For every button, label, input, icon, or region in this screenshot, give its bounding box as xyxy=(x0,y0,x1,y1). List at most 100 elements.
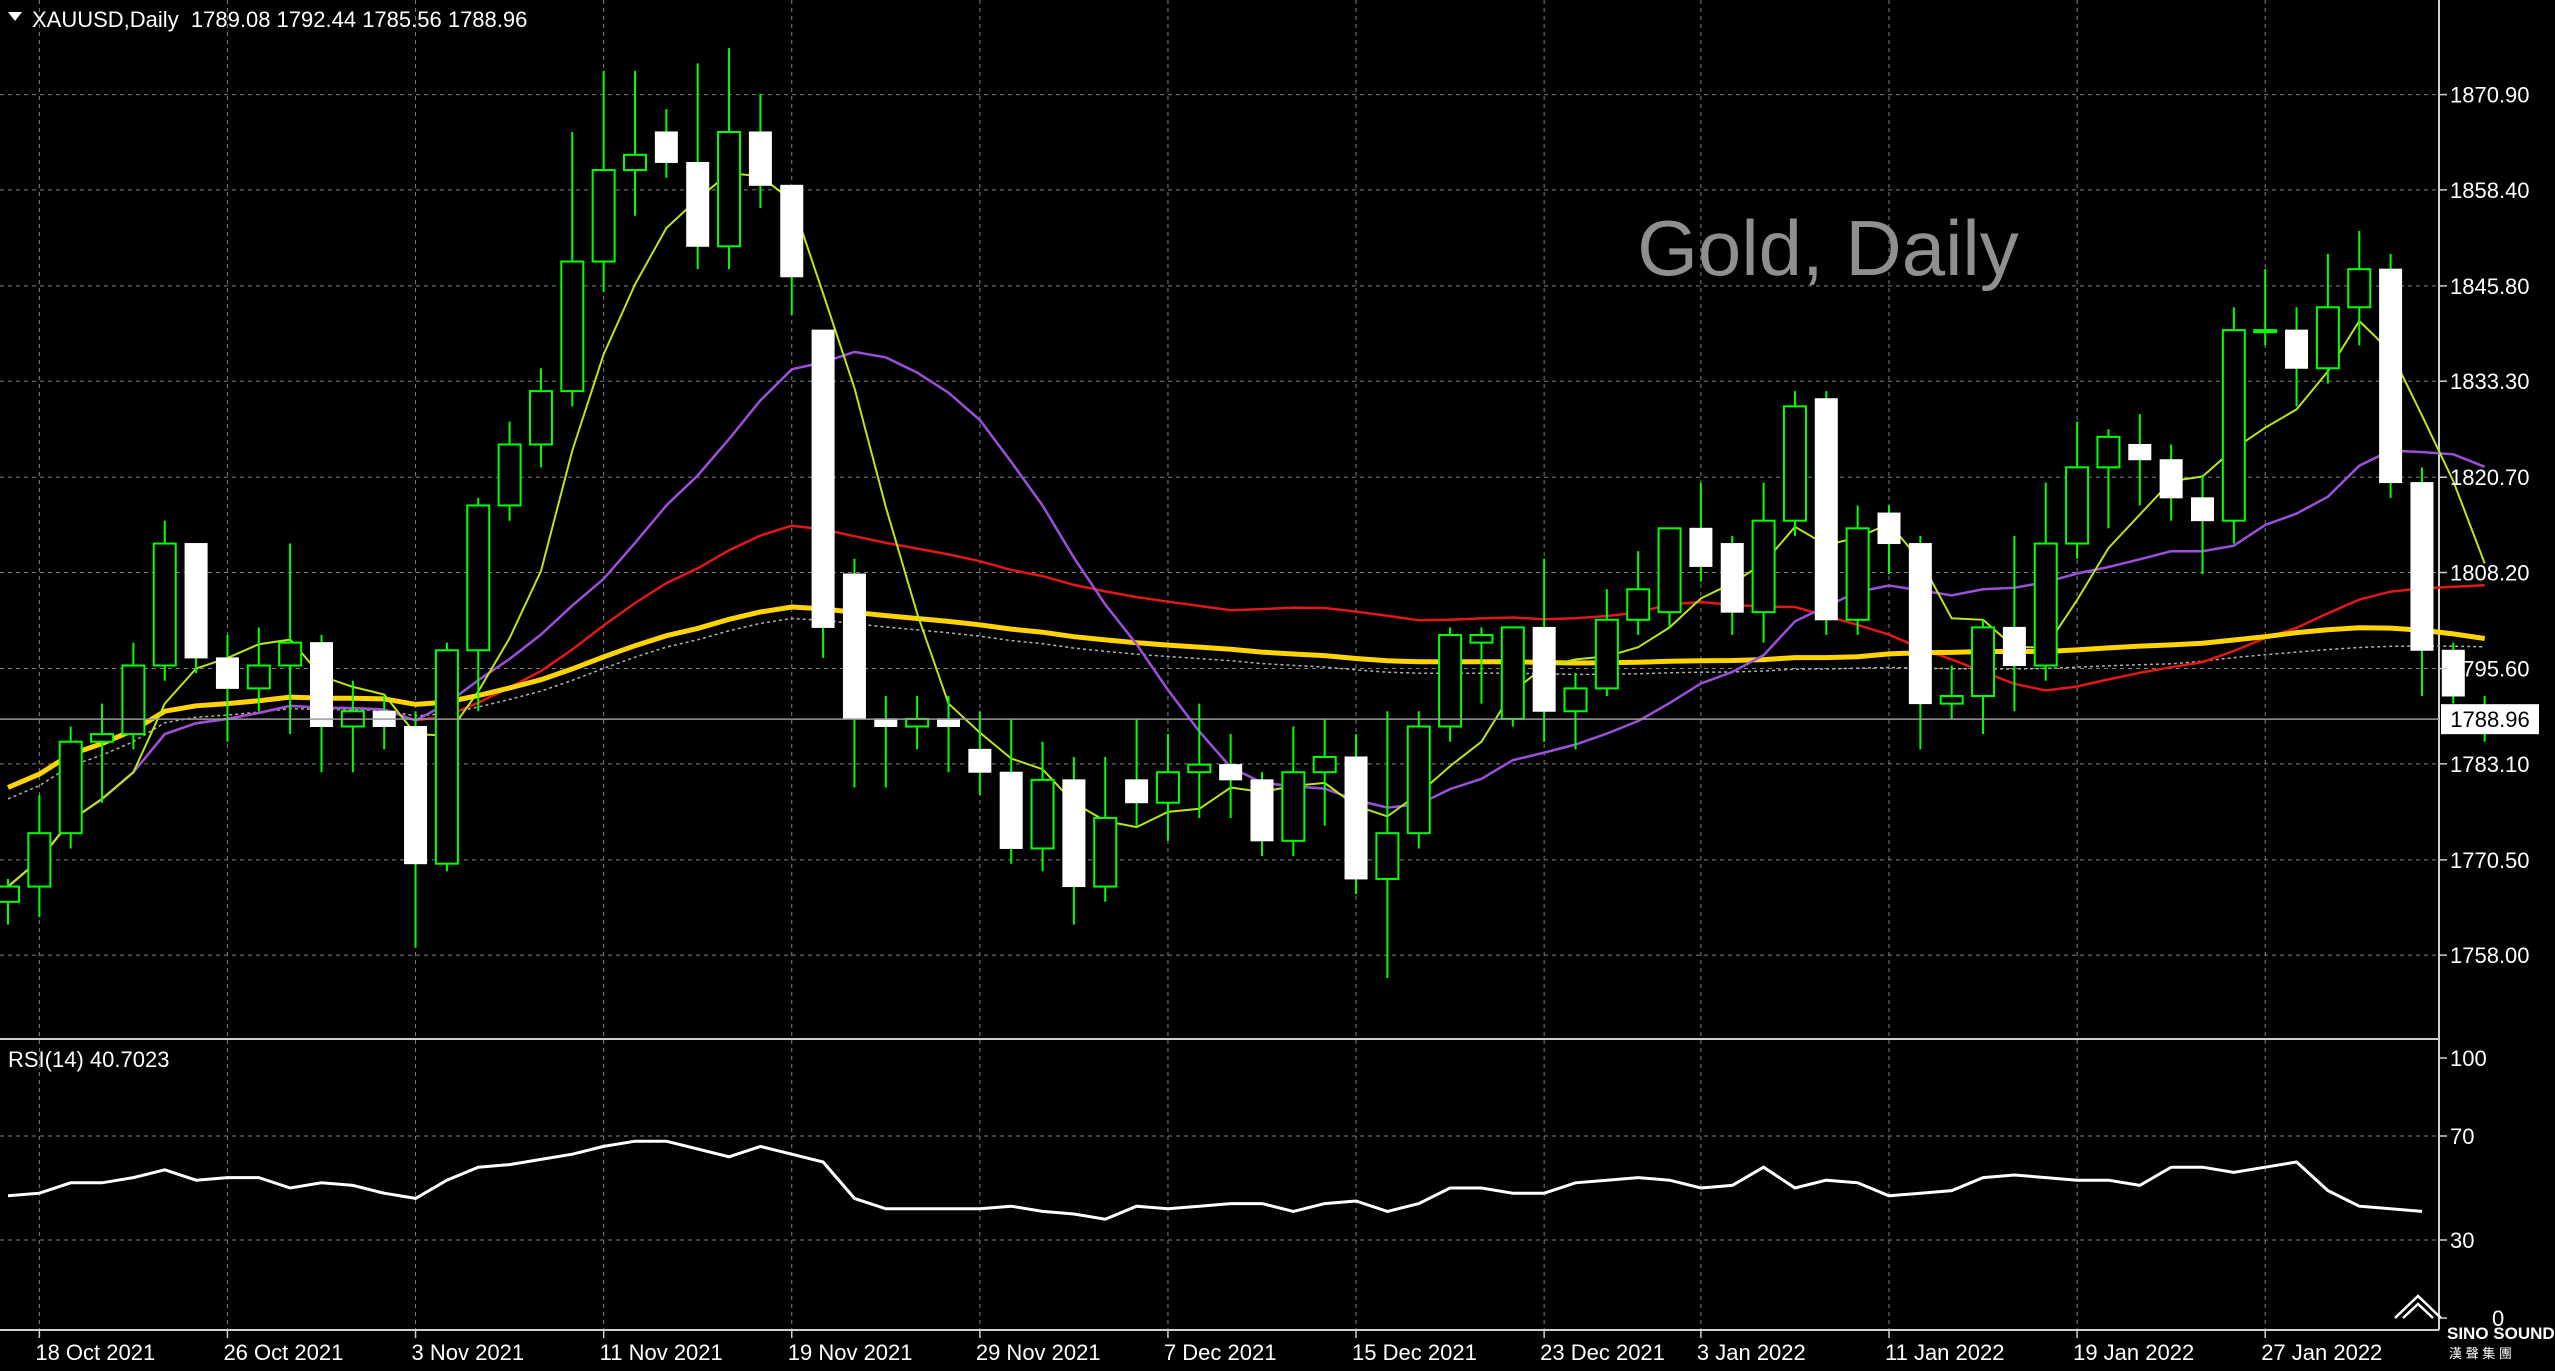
candle-body xyxy=(1814,398,1838,621)
bull-candle xyxy=(1657,527,1682,628)
bear-candle xyxy=(184,543,208,674)
candle-body xyxy=(1062,779,1086,888)
candle-body xyxy=(1219,764,1243,781)
candle-body xyxy=(1563,687,1588,713)
candle-body xyxy=(1344,756,1368,880)
candle-body xyxy=(2410,482,2434,651)
price-tick-label: 1820.70 xyxy=(2450,465,2530,490)
chart-canvas: Gold, Daily 1758.00 1770.50 1783.10 1795.60… xyxy=(0,0,2555,1371)
bear-candle xyxy=(1344,734,1368,895)
candle-body xyxy=(184,543,208,659)
rsi-tick-label: 100 xyxy=(2450,1046,2487,1071)
candle-body xyxy=(2379,268,2403,484)
candle-body xyxy=(874,718,898,727)
logo-text: SINO SOUND xyxy=(2447,1324,2555,1343)
candle-body xyxy=(1908,543,1932,705)
price-tick-label: 1858.40 xyxy=(2450,178,2530,203)
price-tick-label: 1783.10 xyxy=(2450,752,2530,777)
candle-body xyxy=(1406,725,1431,835)
candle-body xyxy=(937,718,960,727)
candle-body xyxy=(1594,618,1619,690)
bull-candle xyxy=(58,726,83,849)
time-tick-label: 3 Nov 2021 xyxy=(412,1340,525,1365)
candle-body xyxy=(0,885,20,903)
bull-candle xyxy=(434,642,459,872)
candle-body xyxy=(1093,816,1118,888)
logo-subtext: 漢 聲 集 團 xyxy=(2449,1346,2512,1361)
rsi-tick-label: 30 xyxy=(2450,1228,2474,1253)
price-tick-label: 1770.50 xyxy=(2450,848,2530,873)
candle-body xyxy=(1626,588,1651,621)
time-tick-label: 11 Nov 2021 xyxy=(600,1340,723,1365)
candle-body xyxy=(1939,695,1964,705)
candle-body xyxy=(905,717,930,728)
time-tick-label: 29 Nov 2021 xyxy=(976,1340,1101,1365)
time-tick-label: 27 Jan 2022 xyxy=(2261,1340,2382,1365)
candle-body xyxy=(90,733,115,743)
candle-body xyxy=(1438,634,1463,728)
candle-body xyxy=(2128,443,2152,461)
price-tick-label: 1758.00 xyxy=(2450,943,2530,968)
candle-body xyxy=(1845,527,1870,621)
bull-candle xyxy=(1500,626,1525,727)
bear-candle xyxy=(2379,253,2403,498)
candle-body xyxy=(215,657,239,689)
price-tick-label: 1795.60 xyxy=(2450,657,2530,682)
candle-body xyxy=(2159,459,2183,499)
candle-body xyxy=(1281,771,1306,842)
candle-body xyxy=(528,390,553,446)
candle-body xyxy=(2285,329,2309,369)
candle-body xyxy=(2221,329,2246,522)
candle-body xyxy=(278,641,303,667)
bear-candle xyxy=(811,329,835,658)
candle-body xyxy=(2347,268,2372,309)
time-tick-label: 19 Jan 2022 xyxy=(2073,1340,2194,1365)
candle-body xyxy=(1971,626,1996,698)
time-tick-label: 11 Jan 2022 xyxy=(1885,1340,2004,1365)
symbol-header: XAUUSD,Daily 1789.08 1792.44 1785.56 178… xyxy=(32,7,527,32)
candle-body xyxy=(1689,527,1713,567)
candle-body xyxy=(1375,832,1400,880)
candle-body xyxy=(2033,542,2058,667)
bear-candle xyxy=(1814,391,1838,636)
time-tick-label: 19 Nov 2021 xyxy=(788,1340,913,1365)
candle-body xyxy=(58,740,83,835)
candle-body xyxy=(310,642,333,727)
candle-body xyxy=(1030,778,1055,850)
candle-body xyxy=(686,161,710,247)
candle-body xyxy=(1125,779,1149,804)
price-tick-label: 1870.90 xyxy=(2450,83,2530,108)
price-tag-value: 1788.96 xyxy=(2450,707,2530,732)
rsi-header: RSI(14) 40.7023 xyxy=(8,1047,169,1072)
rsi-tick-label: 70 xyxy=(2450,1124,2474,1149)
candle-body xyxy=(654,131,678,163)
chart-background xyxy=(0,0,2555,1371)
candle-body xyxy=(497,443,522,507)
time-tick-label: 7 Dec 2021 xyxy=(1164,1340,1277,1365)
candle-body xyxy=(717,130,742,248)
candle-body xyxy=(1187,763,1212,774)
candle-body xyxy=(1657,527,1682,614)
price-tick-label: 1845.80 xyxy=(2450,274,2530,299)
time-tick-label: 3 Jan 2022 xyxy=(1697,1340,1806,1365)
candle-body xyxy=(1250,779,1274,842)
candle-body xyxy=(999,771,1023,849)
candle-body xyxy=(1877,512,1901,545)
candle-body xyxy=(246,664,271,690)
bull-candle xyxy=(2221,307,2246,544)
candle-body xyxy=(2315,306,2340,370)
candle-body xyxy=(1720,543,1744,613)
candle-body xyxy=(2002,626,2026,667)
candle-body xyxy=(466,504,491,652)
candle-body xyxy=(2253,329,2278,334)
time-tick-label: 23 Dec 2021 xyxy=(1540,1340,1665,1365)
time-tick-label: 18 Oct 2021 xyxy=(35,1340,155,1365)
candle-body xyxy=(1469,634,1494,644)
candle-body xyxy=(1751,519,1776,614)
candle-body xyxy=(121,664,146,736)
candle-body xyxy=(434,649,459,865)
candle-body xyxy=(27,832,52,888)
candle-body xyxy=(623,153,647,172)
time-tick-label: 26 Oct 2021 xyxy=(223,1340,343,1365)
chart-watermark: Gold, Daily xyxy=(1637,204,2018,292)
